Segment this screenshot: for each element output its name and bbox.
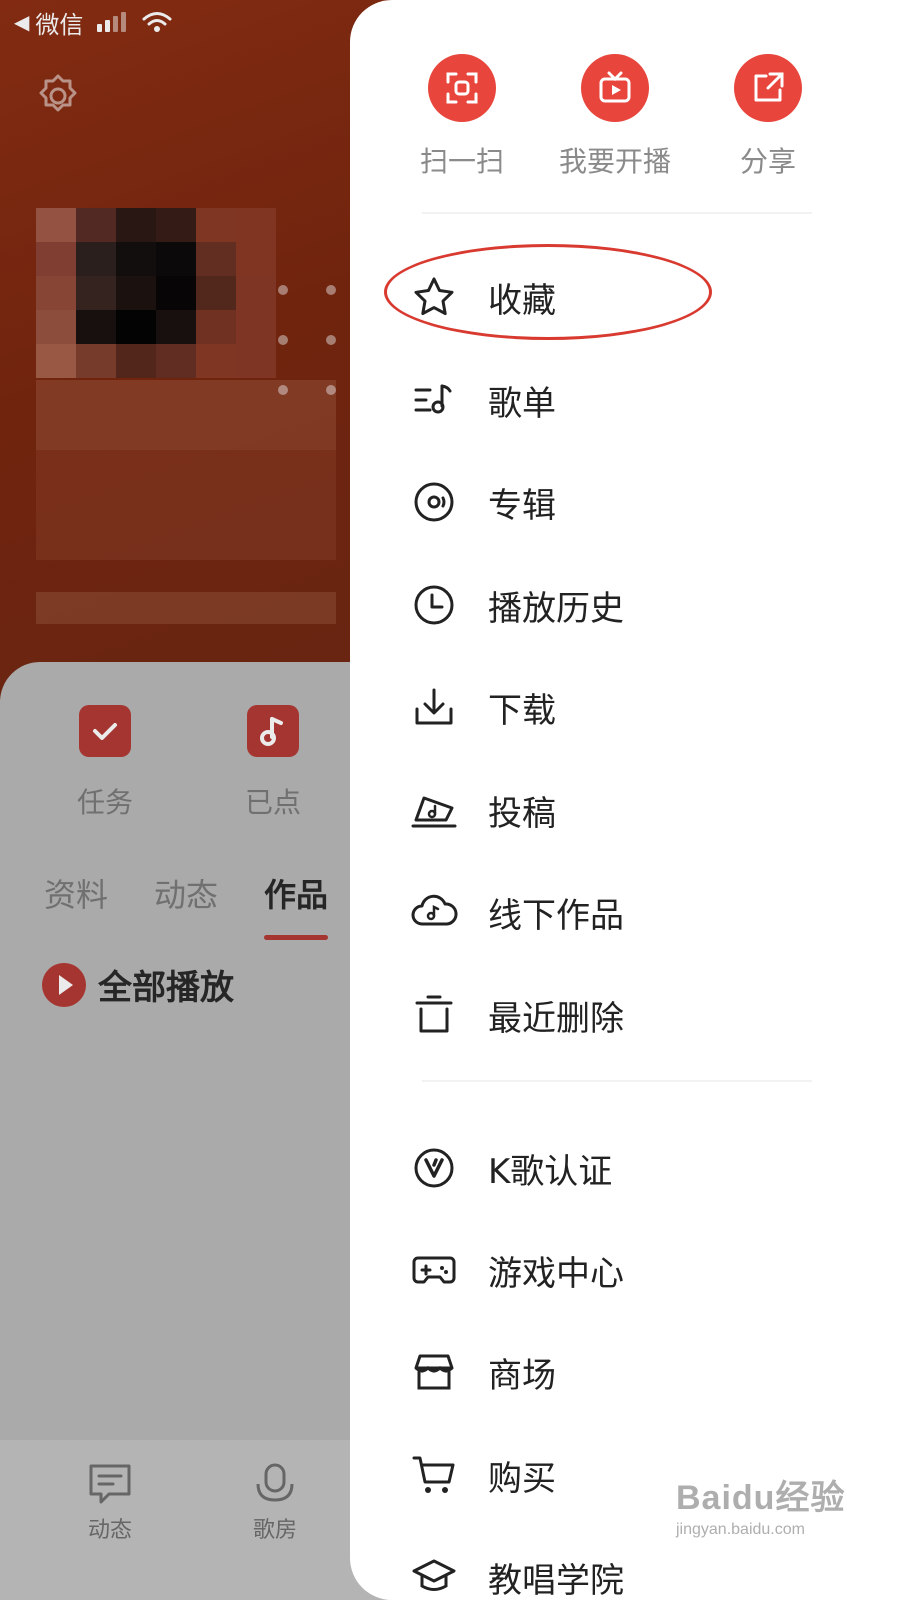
menu-label: 教唱学院 [488, 1560, 624, 1600]
scan-button[interactable]: 扫一扫 [382, 54, 542, 180]
menu-item-mall[interactable]: 商场 [410, 1337, 850, 1407]
watermark-sub: jingyan.baidu.com [676, 1521, 805, 1538]
download-icon [410, 683, 458, 731]
menu-label: 线下作品 [488, 895, 624, 936]
share-icon [734, 54, 802, 122]
menu-label: 下载 [488, 690, 556, 731]
menu-item-singing-academy[interactable]: 教唱学院 [410, 1542, 850, 1600]
disc-icon [410, 478, 458, 526]
store-icon [410, 1348, 458, 1396]
menu-item-k-certification[interactable]: K歌认证 [410, 1133, 850, 1203]
watermark: Baidu经验 jingyan.baidu.com [676, 1470, 845, 1539]
trash-icon [410, 991, 458, 1039]
scan-label: 扫一扫 [419, 145, 504, 178]
menu-label: 歌单 [488, 383, 556, 424]
go-live-button[interactable]: 我要开播 [535, 54, 695, 180]
menu-label: 投稿 [488, 793, 556, 834]
playlist-icon [410, 376, 458, 424]
menu-item-offline-works[interactable]: 线下作品 [410, 877, 850, 947]
menu-label: 播放历史 [488, 588, 624, 629]
submit-icon [410, 786, 458, 834]
menu-item-submit[interactable]: 投稿 [410, 775, 850, 845]
cloud-music-icon [410, 888, 458, 936]
cart-icon [410, 1451, 458, 1499]
menu-label: 商场 [488, 1355, 556, 1396]
gamepad-icon [410, 1246, 458, 1294]
graduation-icon [410, 1553, 458, 1600]
menu-item-albums[interactable]: 专辑 [410, 467, 850, 537]
tv-play-icon [581, 54, 649, 122]
menu-label: 游戏中心 [488, 1253, 624, 1294]
menu-item-game-center[interactable]: 游戏中心 [410, 1235, 850, 1305]
menu-label: K歌认证 [488, 1151, 613, 1192]
menu-item-history[interactable]: 播放历史 [410, 570, 850, 640]
divider [422, 1080, 812, 1082]
menu-item-recently-deleted[interactable]: 最近删除 [410, 980, 850, 1050]
watermark-main: Baidu经验 [676, 1479, 846, 1517]
go-live-label: 我要开播 [558, 145, 671, 178]
menu-label: 最近删除 [488, 998, 624, 1039]
menu-item-downloads[interactable]: 下载 [410, 672, 850, 742]
clock-icon [410, 581, 458, 629]
menu-label: 购买 [488, 1458, 556, 1499]
menu-label: 专辑 [488, 485, 556, 526]
drawer-top-actions: 扫一扫 我要开播 分享 [350, 54, 900, 184]
highlight-annotation [384, 244, 712, 340]
share-label: 分享 [739, 145, 796, 178]
scan-icon [428, 54, 496, 122]
verified-v-icon [410, 1144, 458, 1192]
menu-item-playlists[interactable]: 歌单 [410, 365, 850, 435]
divider [422, 212, 812, 214]
side-drawer: 扫一扫 我要开播 分享 收藏 歌单 专辑 播放历史 下载 投稿 线下作品 最近删… [350, 0, 900, 1600]
share-button[interactable]: 分享 [688, 54, 848, 180]
